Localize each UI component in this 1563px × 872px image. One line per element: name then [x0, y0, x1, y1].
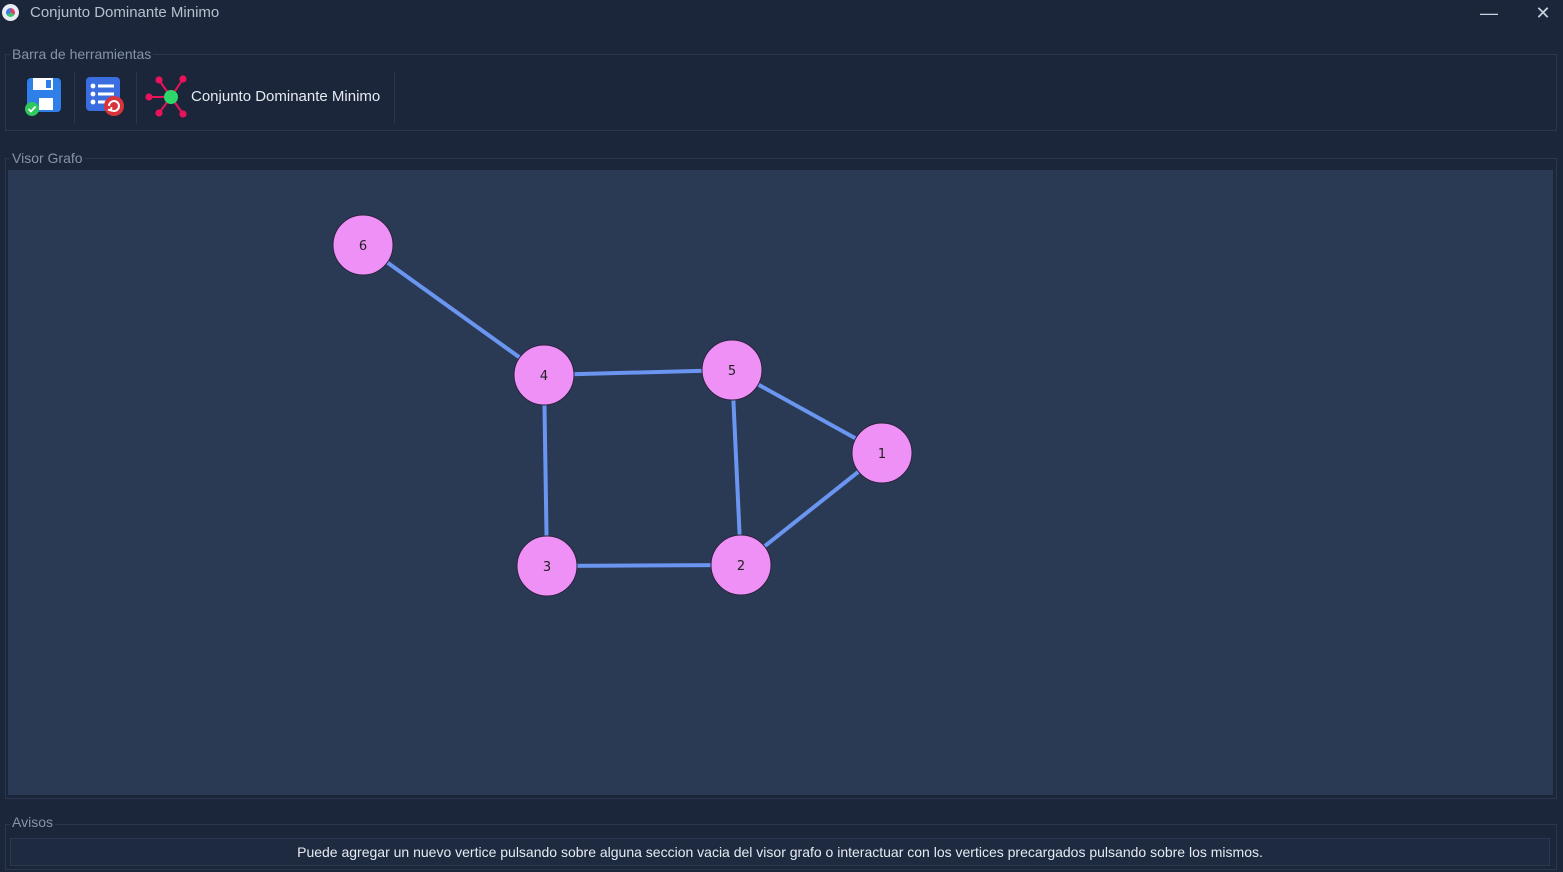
graph-node-2[interactable]: 2 — [710, 534, 772, 596]
graph-node-label: 6 — [359, 239, 367, 254]
window-title: Conjunto Dominante Minimo — [30, 4, 220, 21]
graph-node-6[interactable]: 6 — [332, 214, 394, 276]
graph-node-5[interactable]: 5 — [701, 339, 763, 401]
save-button[interactable] — [18, 69, 70, 125]
toolbar-separator — [394, 72, 395, 124]
reload-list-icon — [86, 77, 124, 116]
close-button[interactable]: ✕ — [1520, 0, 1563, 28]
toolbar-group-label: Barra de herramientas — [10, 46, 154, 62]
graph-node-label: 2 — [737, 559, 745, 574]
reload-list-button[interactable] — [78, 69, 132, 125]
toolbar-separator — [74, 72, 75, 124]
graph-node-label: 4 — [540, 369, 548, 384]
notice-message: Puede agregar un nuevo vertice pulsando … — [10, 838, 1550, 866]
graph-node-label: 3 — [543, 560, 551, 575]
app-logo-icon — [2, 4, 19, 21]
graph-node-1[interactable]: 1 — [851, 422, 913, 484]
graph-viewer-label: Visor Grafo — [10, 150, 85, 166]
graph-network-icon — [145, 75, 187, 118]
graph-node-label: 5 — [728, 364, 736, 379]
save-icon — [25, 78, 61, 116]
notices-label: Avisos — [10, 814, 55, 830]
graph-svg: 6 4 5 1 3 2 — [332, 214, 913, 597]
toolbar-separator — [136, 72, 137, 124]
graph-node-3[interactable]: 3 — [516, 535, 578, 597]
graph-node-label: 1 — [878, 447, 886, 462]
graph-edge-6-4 — [361, 243, 546, 377]
minimize-button[interactable]: — — [1466, 0, 1512, 28]
graph-canvas[interactable]: 6 4 5 1 3 2 — [8, 170, 1553, 795]
title-bar: Conjunto Dominante Minimo — ✕ — [0, 0, 1563, 28]
dominating-set-button[interactable]: Conjunto Dominante Minimo — [140, 69, 394, 125]
graph-node-4[interactable]: 4 — [513, 344, 575, 406]
dominating-set-button-label: Conjunto Dominante Minimo — [191, 88, 381, 105]
